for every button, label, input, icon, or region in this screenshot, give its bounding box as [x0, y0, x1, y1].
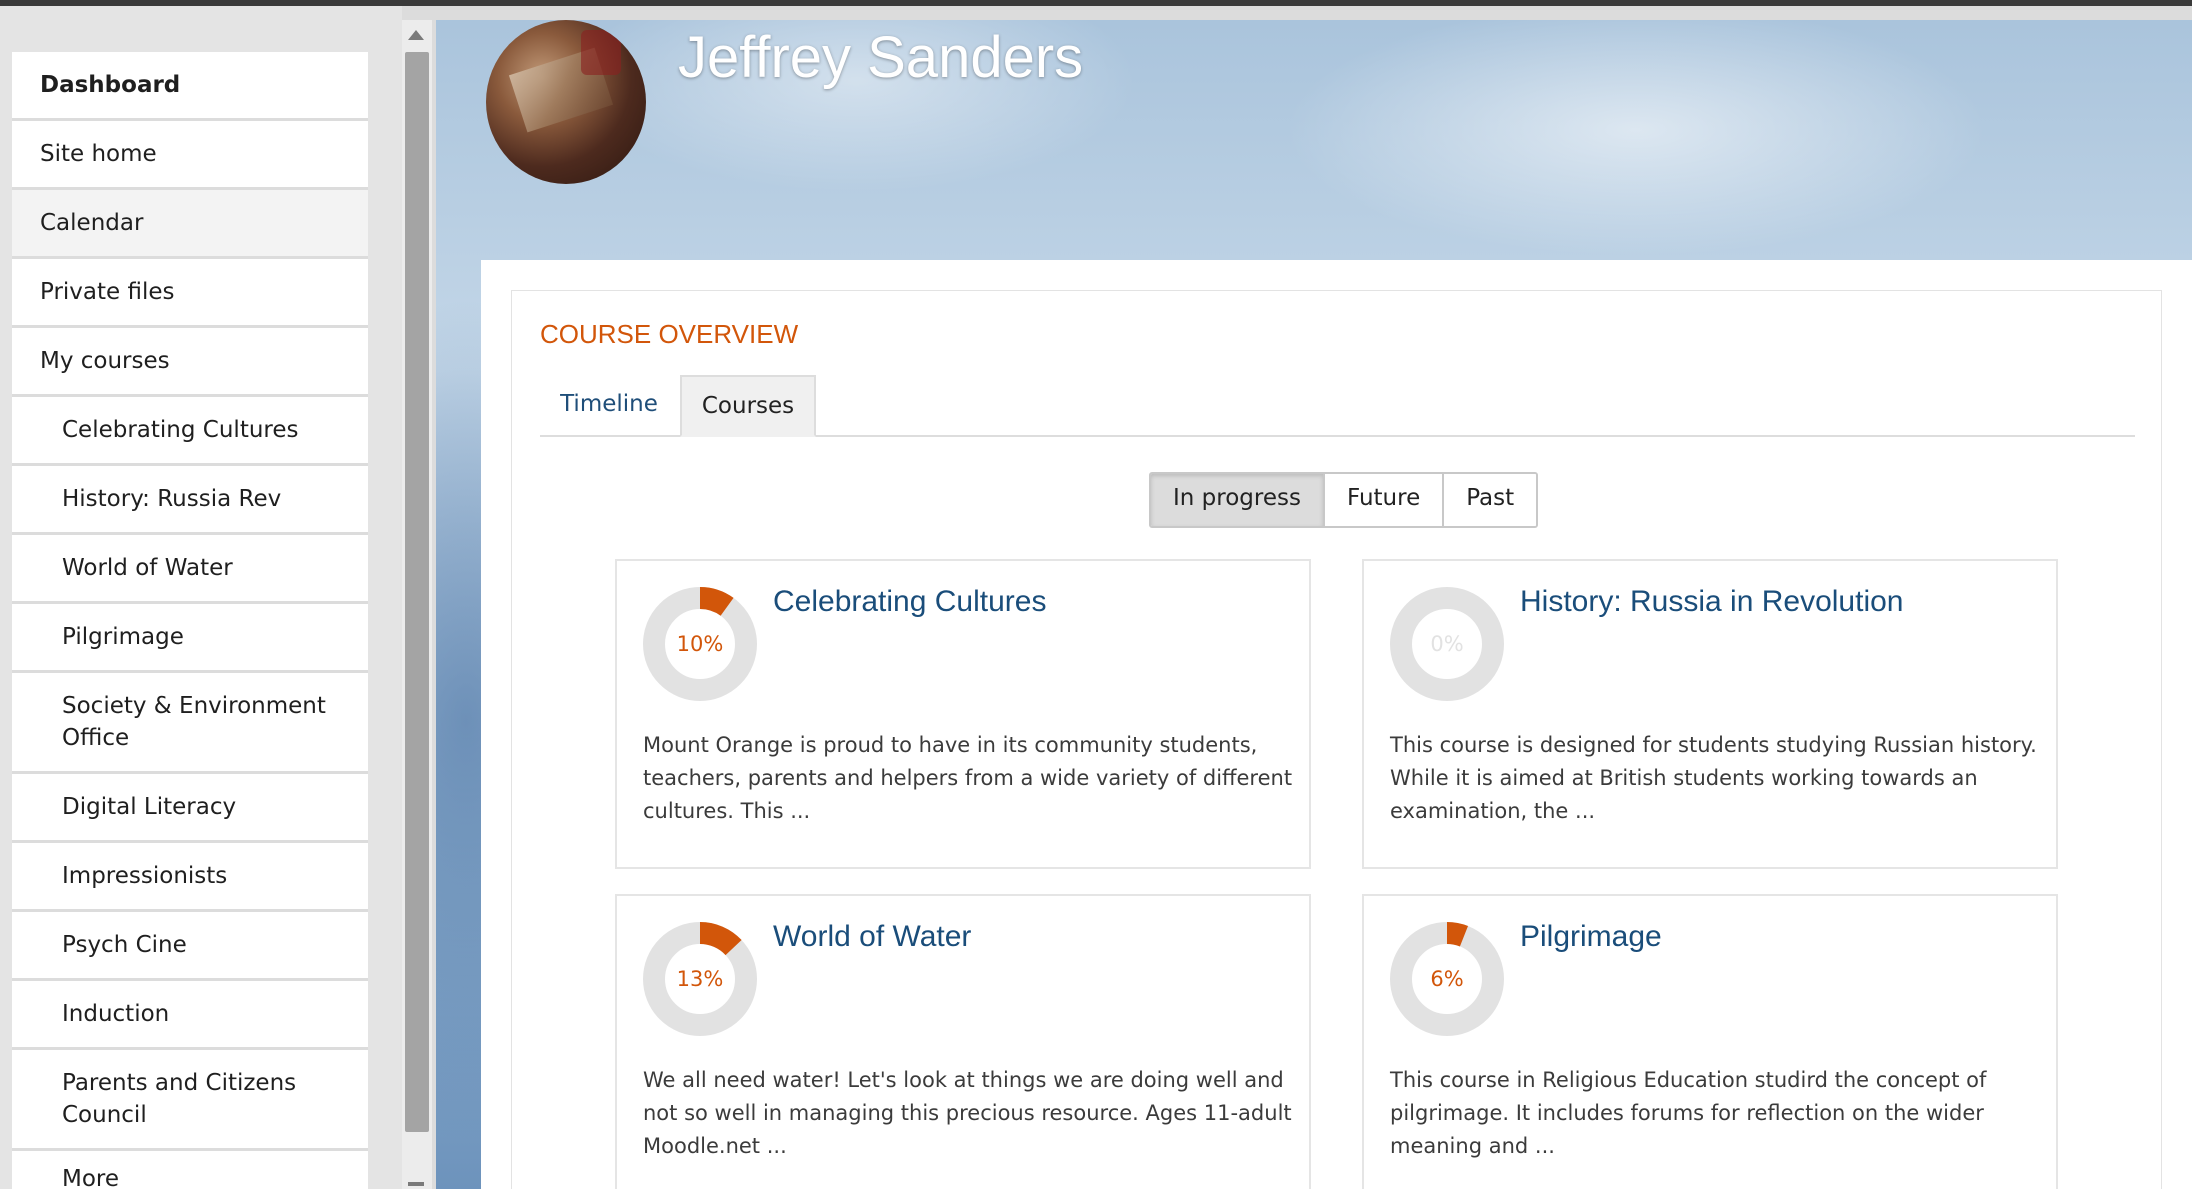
nav-item-course-psych-cine[interactable]: Psych Cine — [12, 912, 368, 981]
course-card: 6% Pilgrimage This course in Religious E… — [1362, 894, 2058, 1189]
nav-item-course-impressionists[interactable]: Impressionists — [12, 843, 368, 912]
page-panel: COURSE OVERVIEW Timeline Courses In prog… — [481, 260, 2192, 1189]
progress-ring: 0% — [1388, 585, 1506, 703]
course-title-link[interactable]: Celebrating Cultures — [773, 585, 1293, 619]
course-status-filter: In progress Future Past — [1149, 472, 1539, 528]
user-avatar[interactable] — [486, 20, 646, 184]
course-title-link[interactable]: History: Russia in Revolution — [1520, 585, 2040, 619]
nav-item-course-pilgrimage[interactable]: Pilgrimage — [12, 604, 368, 673]
course-card: 13% World of Water We all need water! Le… — [615, 894, 1311, 1189]
overview-tabs: Timeline Courses — [540, 375, 2135, 437]
course-summary: This course in Religious Education studi… — [1390, 1068, 1987, 1158]
course-summary: We all need water! Let's look at things … — [643, 1068, 1292, 1158]
nav-item-private-files[interactable]: Private files — [12, 259, 368, 328]
course-overview-block: COURSE OVERVIEW Timeline Courses In prog… — [511, 290, 2162, 1189]
progress-percent: 0% — [1430, 632, 1464, 656]
course-card: 0% History: Russia in Revolution This co… — [1362, 559, 2058, 869]
progress-percent: 13% — [676, 967, 724, 991]
tab-timeline[interactable]: Timeline — [540, 375, 678, 435]
nav-item-dashboard[interactable]: Dashboard — [12, 52, 368, 121]
progress-ring: 10% — [641, 585, 759, 703]
tab-courses[interactable]: Courses — [680, 375, 816, 437]
user-name-heading: Jeffrey Sanders — [678, 25, 1084, 90]
course-title-link[interactable]: Pilgrimage — [1520, 920, 2040, 954]
filter-in-progress-button[interactable]: In progress — [1151, 474, 1325, 526]
nav-item-my-courses[interactable]: My courses — [12, 328, 368, 397]
filter-future-button[interactable]: Future — [1324, 474, 1445, 526]
progress-ring: 6% — [1388, 920, 1506, 1038]
nav-item-course-parents-citizens[interactable]: Parents and Citizens Council — [12, 1050, 368, 1151]
nav-item-course-world-of-water[interactable]: World of Water — [12, 535, 368, 604]
course-summary: This course is designed for students stu… — [1390, 733, 2037, 823]
progress-ring: 13% — [641, 920, 759, 1038]
progress-percent: 10% — [676, 632, 724, 656]
nav-item-course-celebrating-cultures[interactable]: Celebrating Cultures — [12, 397, 368, 466]
block-title: COURSE OVERVIEW — [540, 319, 799, 349]
sidebar-scrollbar-thumb[interactable] — [405, 52, 429, 1132]
nav-item-course-society-environment[interactable]: Society & Environment Office — [12, 673, 368, 774]
nav-item-more[interactable]: More — [12, 1151, 368, 1189]
filter-past-button[interactable]: Past — [1444, 474, 1537, 526]
course-card: 10% Celebrating Cultures Mount Orange is… — [615, 559, 1311, 869]
nav-item-site-home[interactable]: Site home — [12, 121, 368, 190]
progress-percent: 6% — [1430, 967, 1464, 991]
nav-list: Dashboard Site home Calendar Private fil… — [12, 52, 368, 1189]
scroll-up-arrow-icon[interactable] — [408, 30, 424, 40]
sidebar-nav: Dashboard Site home Calendar Private fil… — [0, 6, 402, 1189]
course-title-link[interactable]: World of Water — [773, 920, 1293, 954]
course-summary: Mount Orange is proud to have in its com… — [643, 733, 1293, 823]
nav-item-course-history-russia-rev[interactable]: History: Russia Rev — [12, 466, 368, 535]
scroll-down-arrow-icon[interactable] — [408, 1182, 424, 1186]
nav-item-calendar[interactable]: Calendar — [12, 190, 368, 259]
nav-item-course-induction[interactable]: Induction — [12, 981, 368, 1050]
main-content: Jeffrey Sanders COURSE OVERVIEW Timeline… — [436, 20, 2192, 1189]
nav-item-course-digital-literacy[interactable]: Digital Literacy — [12, 774, 368, 843]
